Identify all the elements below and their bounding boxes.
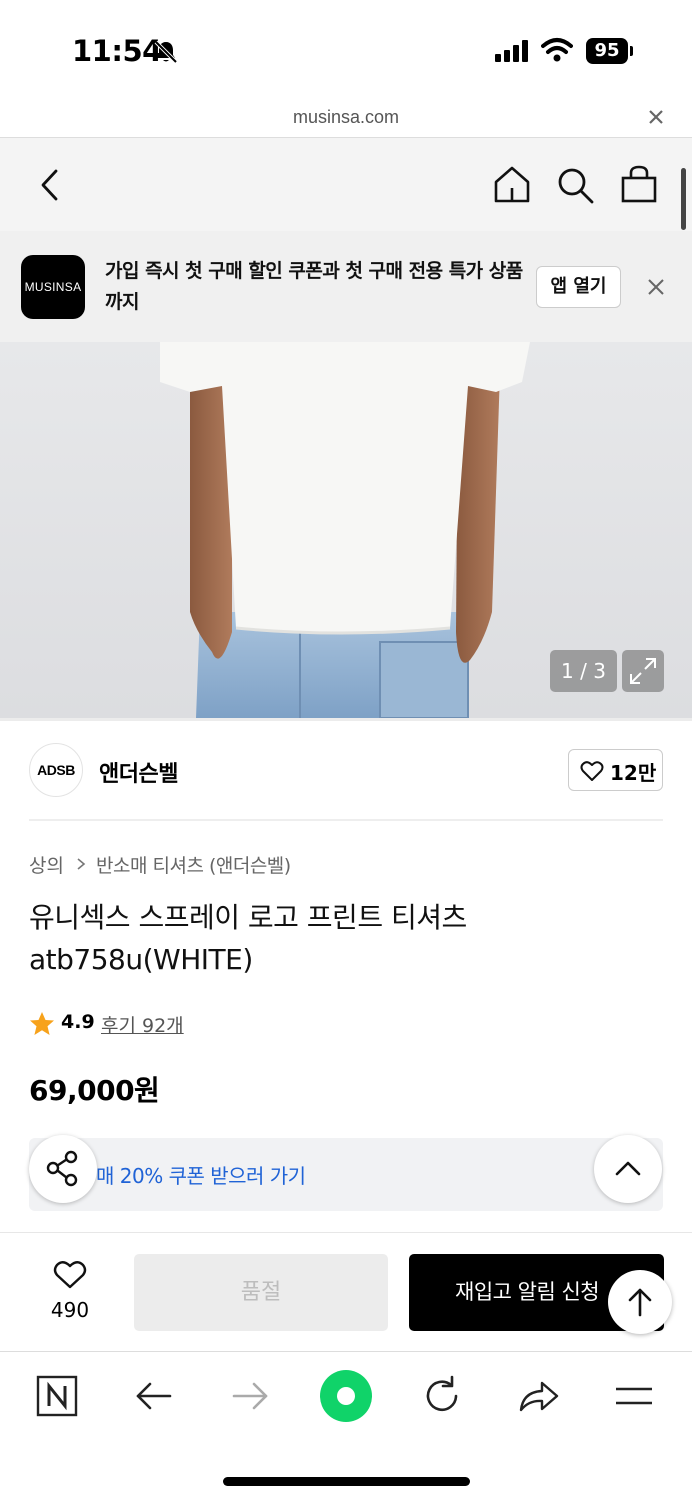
naver-logo-icon[interactable] [33,1372,81,1420]
arrow-up-icon [628,1288,652,1317]
image-counter: 1 / 3 [550,650,617,692]
coupon-text[interactable]: 매 20% 쿠폰 받으러 가기 [96,1160,306,1189]
close-icon[interactable] [645,106,667,128]
product-title: 유니섹스 스프레이 로고 프린트 티셔츠 atb758u(WHITE) [29,901,467,976]
status-time: 11:54 [72,34,162,68]
home-indicator[interactable] [223,1477,470,1486]
url-text[interactable]: musinsa.com [0,107,692,128]
heart-icon[interactable] [53,1260,87,1290]
divider [29,819,663,821]
page-scrollbar[interactable] [681,168,686,230]
breadcrumb-category[interactable]: 상의 [29,851,64,878]
product-price: 69,000원 [29,1074,160,1107]
search-icon[interactable] [556,166,596,206]
soldout-button[interactable]: 품절 [134,1254,388,1331]
banner-message: 가입 즉시 첫 구매 할인 쿠폰과 첫 구매 전용 특가 상품까지 [105,260,523,313]
rating-value: 4.9 [61,1011,95,1033]
divider [0,1351,692,1352]
wish-count: 490 [50,1298,90,1322]
signal-icon [495,40,528,62]
musinsa-logo: MUSINSA [21,255,85,319]
chevron-right-icon [77,858,86,870]
back-icon[interactable] [36,167,64,203]
collapse-button[interactable] [594,1135,662,1203]
breadcrumb-subcategory[interactable]: 반소매 티셔츠 (앤더슨벨) [96,851,291,878]
shopping-bag-icon[interactable] [620,164,658,204]
chevron-up-icon [615,1161,641,1176]
brand-like-count: 12만 [610,761,657,785]
scroll-to-top-button[interactable] [608,1270,672,1334]
divider [0,1232,692,1233]
review-link[interactable]: 후기 92개 [101,1011,184,1038]
share-icon [46,1150,78,1187]
share-button[interactable] [29,1135,97,1203]
refresh-icon[interactable] [418,1372,466,1420]
menu-icon[interactable] [610,1372,658,1420]
bell-slash-icon [154,40,178,64]
arrow-left-icon[interactable] [130,1372,178,1420]
divider [0,718,692,721]
app-header [0,138,692,231]
open-app-button[interactable]: 앱 열기 [536,266,621,308]
star-icon [30,1012,54,1035]
battery-nub [630,46,633,56]
green-dot-icon[interactable] [318,1368,374,1424]
brand-name[interactable]: 앤더슨벨 [99,756,178,788]
home-icon[interactable] [492,164,532,204]
brand-logo[interactable]: ADSB [29,743,83,797]
battery-indicator: 95 [586,38,628,64]
expand-icon[interactable] [622,650,664,692]
wifi-icon [541,38,573,62]
arrow-right-icon[interactable] [226,1372,274,1420]
share-arrow-icon[interactable] [514,1372,562,1420]
close-icon[interactable] [645,276,667,298]
heart-icon [580,761,604,781]
